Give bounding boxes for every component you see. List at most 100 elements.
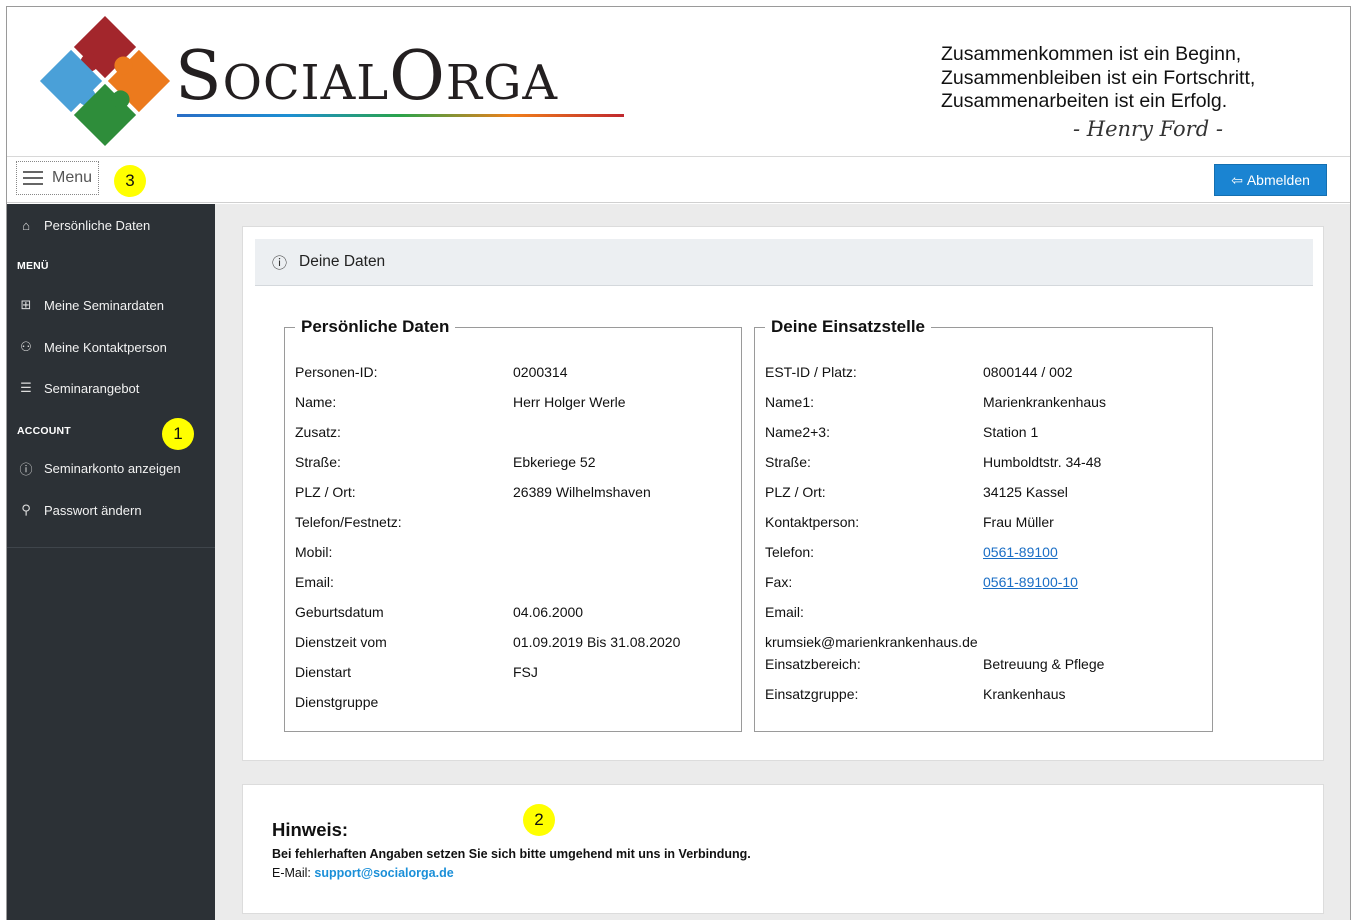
puzzle-logo-icon	[39, 15, 171, 147]
field-value: Frau Müller	[983, 514, 1054, 530]
field-label: Name2+3:	[765, 424, 830, 440]
info-icon: ⓘ	[19, 461, 33, 477]
sidebar-item-label: Seminarkonto anzeigen	[44, 460, 181, 476]
field-label: EST-ID / Platz:	[765, 364, 857, 380]
field-label: Kontaktperson:	[765, 514, 860, 530]
hint-card: Hinweis: Bei fehlerhaften Angaben setzen…	[242, 784, 1324, 914]
field-label: Telefon/Festnetz:	[295, 514, 402, 530]
main-content: ⓘ Deine Daten Persönliche Daten Personen…	[215, 204, 1350, 920]
card-title: Deine Daten	[299, 253, 386, 270]
field-label: Einsatzgruppe:	[765, 686, 859, 702]
field-label: Dienstgruppe	[295, 694, 379, 710]
field-label: Email:	[765, 604, 804, 620]
sidebar-item-label: Persönliche Daten	[44, 217, 151, 233]
person-icon: ⚇	[20, 339, 32, 354]
sidebar-item-contact-person[interactable]: ⚇ Meine Kontaktperson	[7, 328, 215, 366]
sidebar-item-label: Meine Seminardaten	[44, 297, 164, 313]
annotation-badge-2: 2	[523, 804, 555, 836]
field-label: Geburtsdatum	[295, 604, 384, 620]
field-value: FSJ	[513, 664, 538, 680]
logout-button[interactable]: ⇦ Abmelden	[1214, 164, 1327, 196]
brand-part-rga: RGA	[445, 55, 559, 111]
field-label: Name:	[295, 394, 337, 410]
brand-part-ocial: OCIAL	[222, 55, 390, 111]
app-window: SOCIALORGA Zusammenkommen ist ein Beginn…	[6, 6, 1351, 920]
field-label: Straße:	[295, 454, 341, 470]
quote-line: Zusammenarbeiten ist ein Erfolg.	[941, 90, 1228, 112]
sidebar-item-seminar-data[interactable]: ⊞ Meine Seminardaten	[7, 286, 215, 324]
data-card: ⓘ Deine Daten Persönliche Daten Personen…	[242, 226, 1324, 761]
info-icon: ⓘ	[272, 254, 288, 272]
quote-line: Zusammenkommen ist ein Beginn,	[941, 43, 1242, 65]
sidebar-item-seminar-account[interactable]: ⓘ Seminarkonto anzeigen	[7, 449, 215, 487]
hint-text: Bei fehlerhaften Angaben setzen Sie sich…	[272, 847, 751, 861]
sidebar-item-label: Seminarangebot	[44, 380, 140, 396]
station-legend: Deine Einsatzstelle	[771, 317, 926, 336]
menu-label: Menu	[52, 169, 93, 186]
brand-wordmark: SOCIALORGA	[175, 37, 558, 116]
field-label: Telefon:	[765, 544, 815, 560]
field-label: Email:	[295, 574, 334, 590]
field-label: PLZ / Ort:	[295, 484, 356, 500]
station-email-value: krumsiek@marienkrankenhaus.de	[765, 634, 978, 650]
hint-mail-label: E-Mail:	[272, 866, 315, 880]
brand-letter-o: O	[389, 37, 446, 116]
field-value: 01.09.2019 Bis 31.08.2020	[513, 634, 681, 650]
field-value: 04.06.2000	[513, 604, 584, 620]
field-label: Fax:	[765, 574, 793, 590]
hint-title: Hinweis:	[272, 819, 349, 840]
header-quote: Zusammenkommen ist ein Beginn, Zusammenb…	[941, 43, 1255, 114]
sidebar-item-label: Meine Kontaktperson	[44, 339, 167, 355]
card-header: ⓘ Deine Daten	[255, 239, 1313, 286]
grid-icon: ⊞	[20, 297, 32, 312]
field-label: Straße:	[765, 454, 811, 470]
sidebar-item-change-password[interactable]: ⚲ Passwort ändern	[7, 491, 215, 529]
field-value: Humboldtstr. 34-48	[983, 454, 1102, 470]
field-value: 26389 Wilhelmshaven	[513, 484, 651, 500]
support-email-link[interactable]: support@socialorga.de	[314, 866, 453, 880]
field-value: Herr Holger Werle	[513, 394, 626, 410]
brand-letter-s: S	[175, 37, 223, 116]
hint-mail-line: E-Mail: support@socialorga.de	[272, 866, 454, 880]
sidebar-divider	[7, 547, 215, 548]
quote-line: Zusammenbleiben ist ein Fortschritt,	[941, 66, 1256, 89]
field-value: Station 1	[983, 424, 1039, 440]
field-value: Marienkrankenhaus	[983, 394, 1106, 410]
hamburger-icon	[23, 171, 43, 185]
brand-underline	[177, 114, 624, 117]
field-value: 34125 Kassel	[983, 484, 1068, 500]
sidebar-section-account: ACCOUNT	[17, 425, 71, 437]
annotation-badge-1: 1	[162, 418, 194, 450]
field-value: Betreuung & Pflege	[983, 656, 1105, 672]
sidebar-item-label: Passwort ändern	[44, 502, 142, 518]
sidebar-item-seminar-offer[interactable]: ☰ Seminarangebot	[7, 369, 215, 407]
field-label: Personen-ID:	[295, 364, 378, 380]
field-value: 0800144 / 002	[983, 364, 1073, 380]
field-label: Einsatzbereich:	[765, 656, 861, 672]
field-label: Dienstzeit vom	[295, 634, 387, 650]
field-label: PLZ / Ort:	[765, 484, 826, 500]
menu-toggle-button[interactable]: Menu	[16, 161, 99, 195]
key-icon: ⚲	[21, 502, 31, 517]
field-value: 0200314	[513, 364, 568, 380]
top-bar: Menu 3 ⇦ Abmelden	[7, 158, 1350, 203]
home-icon: ⌂	[22, 217, 30, 233]
field-label: Mobil:	[295, 544, 333, 560]
field-label: Zusatz:	[295, 424, 341, 440]
sidebar: ⌂ Persönliche Daten MENÜ ⊞ Meine Seminar…	[7, 204, 215, 920]
field-label: Name1:	[765, 394, 815, 410]
logout-label: Abmelden	[1246, 172, 1310, 188]
list-icon: ☰	[20, 380, 32, 395]
sidebar-section-menu: MENÜ	[17, 260, 49, 272]
phone-link[interactable]: 0561-89100	[983, 544, 1058, 560]
logout-icon: ⇦	[1231, 171, 1243, 188]
sidebar-item-personal-data[interactable]: ⌂ Persönliche Daten	[7, 206, 215, 244]
field-value: Ebkeriege 52	[513, 454, 596, 470]
quote-signature: - Henry Ford -	[1073, 117, 1223, 141]
field-label: Dienstart	[295, 664, 352, 680]
site-header: SOCIALORGA Zusammenkommen ist ein Beginn…	[7, 7, 1350, 157]
annotation-badge-3: 3	[114, 165, 146, 197]
fax-link[interactable]: 0561-89100-10	[983, 574, 1078, 590]
field-value: Krankenhaus	[983, 686, 1066, 702]
personal-data-legend: Persönliche Daten	[301, 317, 450, 336]
